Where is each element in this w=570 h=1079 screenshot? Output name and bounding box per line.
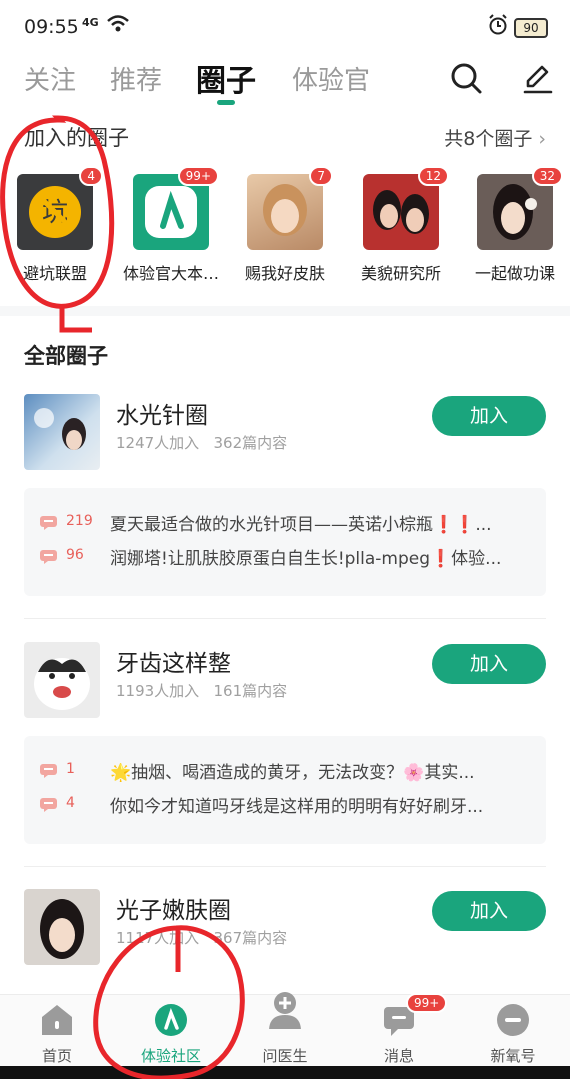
post-title: 润娜塔!让肌肤胶原蛋白自生长!plla-mpeg❗体验... (110, 549, 502, 569)
comment-count: 96 (66, 547, 84, 563)
post-item[interactable]: 96 润娜塔!让肌肤胶原蛋白自生长!plla-mpeg❗体验... (40, 544, 530, 572)
comment-count: 219 (66, 513, 93, 529)
tab-circles[interactable]: 圈子 (196, 56, 256, 100)
joined-circles-list: 坑 4 避坑联盟 99+ 体验官大本… 7 赐我好皮肤 (0, 166, 570, 286)
joined-circles-title: 加入的圈子 (24, 126, 129, 150)
section-divider (0, 306, 570, 316)
circle-card-photo-rejuvenation: 光子嫩肤圈 1117人加入 367篇内容 加入 (24, 889, 546, 989)
portrait-girl: 7 (247, 166, 333, 250)
circle-avatar[interactable] (24, 642, 100, 718)
circle-avatar[interactable] (24, 394, 100, 470)
circle-posts: 1 🌟抽烟、喝酒造成的黄牙，无法改变？🌸其实... 4 你如今才知道吗牙线是这样… (24, 736, 546, 844)
circle-item-label: 避坑联盟 (22, 264, 87, 283)
card-separator (24, 866, 546, 867)
nav-community[interactable]: 体验社区 (114, 995, 228, 1067)
circle-name[interactable]: 牙齿这样整 (116, 644, 231, 678)
comment-icon (40, 798, 57, 812)
comment-icon (40, 516, 57, 530)
circle-item-label: 赐我好皮肤 (244, 264, 325, 283)
tab-indicator (217, 100, 235, 105)
join-button[interactable]: 加入 (432, 891, 546, 931)
comment-count: 1 (66, 761, 75, 777)
circle-item-homework[interactable]: 32 一起做功课 (460, 166, 570, 284)
unread-badge: 12 (417, 166, 449, 186)
circle-item-beauty-lab[interactable]: 12 美貌研究所 (346, 166, 456, 284)
circle-item-experience-officer[interactable]: 99+ 体验官大本… (116, 166, 226, 284)
signal-icon: 4G (82, 16, 99, 29)
tab-experience-officer[interactable]: 体验官 (292, 60, 370, 97)
post-title: 你如今才知道吗牙线是这样用的明明有好好刷牙... (110, 797, 484, 817)
bottom-navigation: 首页 体验社区 问医生 消息 99+ 新氧号 (0, 992, 570, 1067)
post-title: 夏天最适合做的水光针项目——英诺小棕瓶❗❗... (110, 515, 492, 535)
all-circles-title: 全部圈子 (24, 344, 108, 368)
status-bar: 09:55 4G 90 (0, 0, 570, 52)
community-icon (155, 1004, 187, 1036)
unread-badge: 7 (309, 166, 333, 186)
soyoung-icon (497, 1004, 529, 1036)
circle-name[interactable]: 光子嫩肤圈 (116, 891, 231, 925)
home-icon (42, 1005, 72, 1035)
post-item[interactable]: 219 夏天最适合做的水光针项目——英诺小棕瓶❗❗... (40, 510, 530, 538)
wifi-icon (107, 15, 129, 32)
unread-badge: 4 (79, 166, 103, 186)
circle-item-label: 一起做功课 (474, 264, 555, 283)
circle-card-teeth: 牙齿这样整 1193人加入 161篇内容 加入 1 🌟抽烟、喝酒造成的黄牙，无法… (24, 642, 546, 852)
circle-stats: 1247人加入 362篇内容 (116, 434, 288, 452)
portrait-two-women: 12 (363, 166, 449, 250)
join-button[interactable]: 加入 (432, 396, 546, 436)
search-icon[interactable] (448, 60, 484, 96)
card-separator (24, 618, 546, 619)
joined-circles-count[interactable]: 共8个圈子 › (444, 124, 546, 151)
top-tabs: 关注 推荐 圈子 体验官 (0, 52, 570, 108)
unread-badge: 99+ (177, 166, 219, 186)
avoid-pit-icon: 坑 4 (17, 166, 103, 250)
comment-count: 4 (66, 795, 75, 811)
experience-officer-logo: 99+ (133, 166, 219, 250)
unread-badge: 32 (531, 166, 563, 186)
chevron-right-icon: › (538, 128, 546, 150)
post-title: 🌟抽烟、喝酒造成的黄牙，无法改变？🌸其实... (110, 763, 475, 783)
nav-soyoung[interactable]: 新氧号 (456, 995, 570, 1067)
alarm-icon (489, 14, 507, 35)
status-time: 09:55 (24, 16, 79, 38)
circle-posts: 219 夏天最适合做的水光针项目——英诺小棕瓶❗❗... 96 润娜塔!让肌肤胶… (24, 488, 546, 596)
tab-follow[interactable]: 关注 (24, 60, 76, 97)
circle-card-water-light: 水光针圈 1247人加入 362篇内容 加入 219 夏天最适合做的水光针项目—… (24, 394, 546, 604)
nav-home[interactable]: 首页 (0, 995, 114, 1067)
circle-stats: 1117人加入 367篇内容 (116, 929, 288, 947)
nav-ask-doctor[interactable]: 问医生 (228, 992, 342, 1067)
post-item[interactable]: 1 🌟抽烟、喝酒造成的黄牙，无法改变？🌸其实... (40, 758, 530, 786)
join-button[interactable]: 加入 (432, 644, 546, 684)
circle-item-label: 体验官大本… (122, 264, 219, 283)
post-item[interactable]: 4 你如今才知道吗牙线是这样用的明明有好好刷牙... (40, 792, 530, 820)
circle-stats: 1193人加入 161篇内容 (116, 682, 288, 700)
circle-avatar[interactable] (24, 889, 100, 965)
circle-item-avoid-pit[interactable]: 坑 4 避坑联盟 (0, 166, 110, 284)
tab-recommend[interactable]: 推荐 (110, 60, 162, 97)
messages-badge: 99+ (406, 993, 448, 1013)
comment-icon (40, 764, 57, 778)
circle-item-good-skin[interactable]: 7 赐我好皮肤 (230, 166, 340, 284)
circle-item-label: 美貌研究所 (360, 264, 441, 283)
doctor-icon (269, 992, 301, 1029)
system-gesture-bar (0, 1066, 570, 1079)
battery-indicator: 90 (514, 18, 548, 38)
comment-icon (40, 550, 57, 564)
portrait-woman-flower: 32 (477, 166, 563, 250)
circle-name[interactable]: 水光针圈 (116, 396, 208, 430)
edit-pen-icon[interactable] (520, 60, 556, 96)
